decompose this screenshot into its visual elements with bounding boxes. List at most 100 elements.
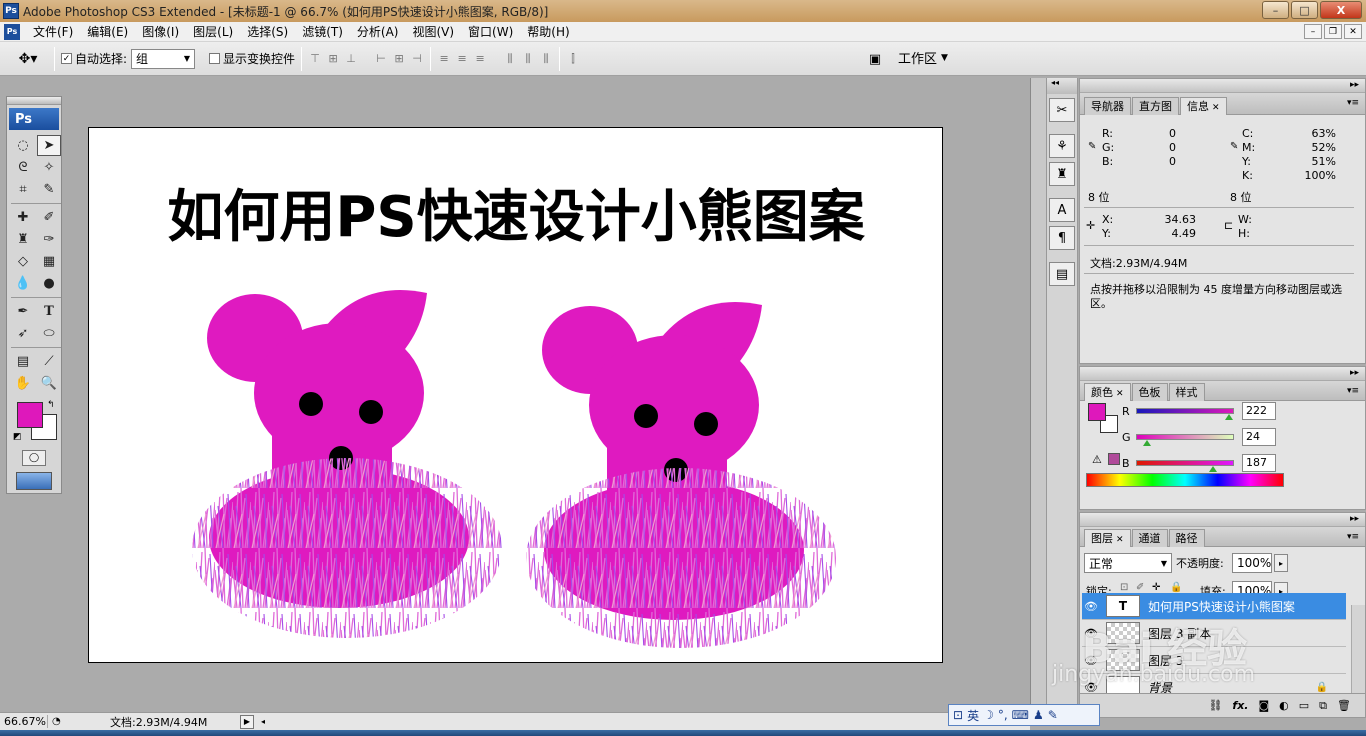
marquee-tool-icon[interactable]: ◌ <box>11 135 35 156</box>
character-icon[interactable]: A <box>1049 198 1075 222</box>
menu-filter[interactable]: 滤镜(T) <box>295 22 350 42</box>
screen-mode-icon[interactable] <box>16 472 52 490</box>
tab-navigator[interactable]: 导航器 <box>1084 97 1131 115</box>
color-spectrum-bar[interactable] <box>1086 473 1284 487</box>
new-layer-icon[interactable]: ⧉ <box>1319 699 1327 713</box>
minimize-button[interactable]: – <box>1262 1 1289 19</box>
lock-pixels-icon[interactable]: ✐ <box>1136 582 1144 593</box>
path-selection-tool-icon[interactable]: ➶ <box>11 323 35 344</box>
ellipse-shape-tool-icon[interactable]: ⬭ <box>37 323 61 344</box>
distribute-top-icon[interactable]: ≡ <box>437 52 451 66</box>
menu-analysis[interactable]: 分析(A) <box>350 22 406 42</box>
delete-layer-icon[interactable]: 🗑 <box>1337 699 1351 712</box>
healing-brush-tool-icon[interactable]: ✚ <box>11 207 35 228</box>
move-tool-preset-icon[interactable]: ✥▾ <box>8 46 48 72</box>
gradient-tool-icon[interactable]: ▦ <box>37 251 61 272</box>
distribute-hcenter-icon[interactable]: ⫼ <box>521 52 535 66</box>
menu-help[interactable]: 帮助(H) <box>520 22 576 42</box>
layer-row-layer3[interactable]: 👁 图层 3 <box>1082 647 1346 674</box>
dock-collapse-strip[interactable] <box>1030 78 1046 708</box>
tab-swatches[interactable]: 色板 <box>1131 383 1168 401</box>
bridge-icon[interactable]: ▣ <box>864 49 886 69</box>
panel-menu-icon[interactable]: ▾≡ <box>1347 532 1359 542</box>
ime-moon-icon[interactable]: ☽ <box>983 708 994 722</box>
red-slider[interactable]: R 222 <box>1122 401 1354 421</box>
tab-paths[interactable]: 路径 <box>1168 529 1205 547</box>
tab-color[interactable]: 颜色 ✕ <box>1084 383 1131 401</box>
foreground-color-swatch[interactable] <box>17 402 43 428</box>
panel-grip[interactable]: ▸▸ <box>1080 79 1365 93</box>
paragraph-icon[interactable]: ¶ <box>1049 226 1075 250</box>
ime-language[interactable]: 英 <box>967 707 979 724</box>
align-left-icon[interactable]: ⊢ <box>374 52 388 66</box>
default-colors-icon[interactable]: ◩ <box>13 432 22 442</box>
dodge-tool-icon[interactable]: ● <box>37 273 61 294</box>
menu-view[interactable]: 视图(V) <box>405 22 461 42</box>
lock-all-icon[interactable]: 🔒 <box>1170 582 1182 593</box>
ime-keyboard-icon[interactable]: ⌨ <box>1012 708 1029 722</box>
gamut-warning-icon[interactable]: ⚠ <box>1092 453 1102 466</box>
ime-settings-icon[interactable]: ✎ <box>1048 708 1058 722</box>
quick-mask-icon[interactable]: ◯ <box>22 450 46 466</box>
align-bottom-icon[interactable]: ⊥ <box>344 52 358 66</box>
add-mask-icon[interactable]: ◙ <box>1258 699 1269 712</box>
pen-tool-icon[interactable]: ✒ <box>11 301 35 322</box>
eyedropper-tool-icon[interactable]: ⟋ <box>37 351 61 372</box>
auto-align-icon[interactable]: ⫿ <box>566 52 580 66</box>
layer-comps-icon[interactable]: ▤ <box>1049 262 1075 286</box>
doc-close-icon[interactable]: ✕ <box>1344 24 1362 39</box>
brush-tool-icon[interactable]: ✐ <box>37 207 61 228</box>
opacity-arrow-icon[interactable]: ▸ <box>1274 554 1288 572</box>
visibility-eye-icon[interactable]: 👁 <box>1082 627 1100 640</box>
icon-column-grip[interactable]: ◂◂ <box>1047 78 1077 94</box>
menu-select[interactable]: 选择(S) <box>240 22 295 42</box>
distribute-bottom-icon[interactable]: ≡ <box>473 52 487 66</box>
toolbox-grip[interactable] <box>7 97 61 105</box>
ime-logo-icon[interactable]: ⊡ <box>953 708 963 722</box>
status-menu-icon[interactable]: ▶ <box>240 714 254 729</box>
ime-user-icon[interactable]: ♟ <box>1033 708 1044 722</box>
blue-slider[interactable]: B 187 <box>1122 453 1354 473</box>
notes-tool-icon[interactable]: ▤ <box>11 351 35 372</box>
adjustment-layer-icon[interactable]: ◐ <box>1279 699 1289 712</box>
menu-layer[interactable]: 图层(L) <box>186 22 240 42</box>
gamut-swatch[interactable] <box>1108 453 1120 465</box>
distribute-right-icon[interactable]: ⫼ <box>539 52 553 66</box>
crop-tool-icon[interactable]: ⌗ <box>11 179 35 200</box>
tab-styles[interactable]: 样式 <box>1168 383 1205 401</box>
color-fg-swatch[interactable] <box>1088 403 1106 421</box>
show-transform-checkbox[interactable] <box>209 53 221 64</box>
doc-restore-icon[interactable]: ❐ <box>1324 24 1342 39</box>
lock-transparency-icon[interactable]: ⊡ <box>1120 582 1128 593</box>
auto-select-checkbox[interactable]: ✓ <box>61 53 72 64</box>
slice-tool-icon[interactable]: ✎ <box>37 179 61 200</box>
status-info-icon[interactable]: ◔ <box>52 716 66 727</box>
align-right-icon[interactable]: ⊣ <box>410 52 424 66</box>
history-brush-tool-icon[interactable]: ✑ <box>37 229 61 250</box>
tab-channels[interactable]: 通道 <box>1131 529 1168 547</box>
show-transform-option[interactable]: 显示变换控件 <box>209 50 295 67</box>
align-vcenter-icon[interactable]: ⊞ <box>326 52 340 66</box>
layer-row-layer3-copy[interactable]: 👁 图层 3 副本 <box>1082 620 1346 647</box>
ime-punct-icon[interactable]: °, <box>998 708 1008 722</box>
lasso-tool-icon[interactable]: ᘓ <box>11 157 35 178</box>
blue-value-input[interactable]: 187 <box>1242 454 1276 472</box>
align-hcenter-icon[interactable]: ⊞ <box>392 52 406 66</box>
opacity-input[interactable]: 100% <box>1232 553 1272 573</box>
zoom-tool-icon[interactable]: 🔍 <box>37 373 61 394</box>
move-tool-icon[interactable]: ➤ <box>37 135 61 156</box>
layers-scrollbar[interactable] <box>1351 605 1365 707</box>
close-button[interactable]: X <box>1320 1 1362 19</box>
panel-grip[interactable]: ▸▸ <box>1080 513 1365 527</box>
align-top-icon[interactable]: ⊤ <box>308 52 322 66</box>
menu-window[interactable]: 窗口(W) <box>461 22 520 42</box>
maximize-button[interactable]: □ <box>1291 1 1318 19</box>
menu-file[interactable]: 文件(F) <box>26 22 80 42</box>
zoom-level[interactable]: 66.67% <box>0 715 48 728</box>
fx-icon[interactable]: fx. <box>1232 699 1248 712</box>
visibility-eye-icon[interactable]: 👁 <box>1082 600 1100 613</box>
distribute-left-icon[interactable]: ⫼ <box>503 52 517 66</box>
swap-colors-icon[interactable]: ↰ <box>47 400 55 410</box>
document-canvas[interactable]: 如何用PS快速设计小熊图案 <box>88 127 943 663</box>
toolbox-ps-logo[interactable]: Ps <box>9 108 59 130</box>
